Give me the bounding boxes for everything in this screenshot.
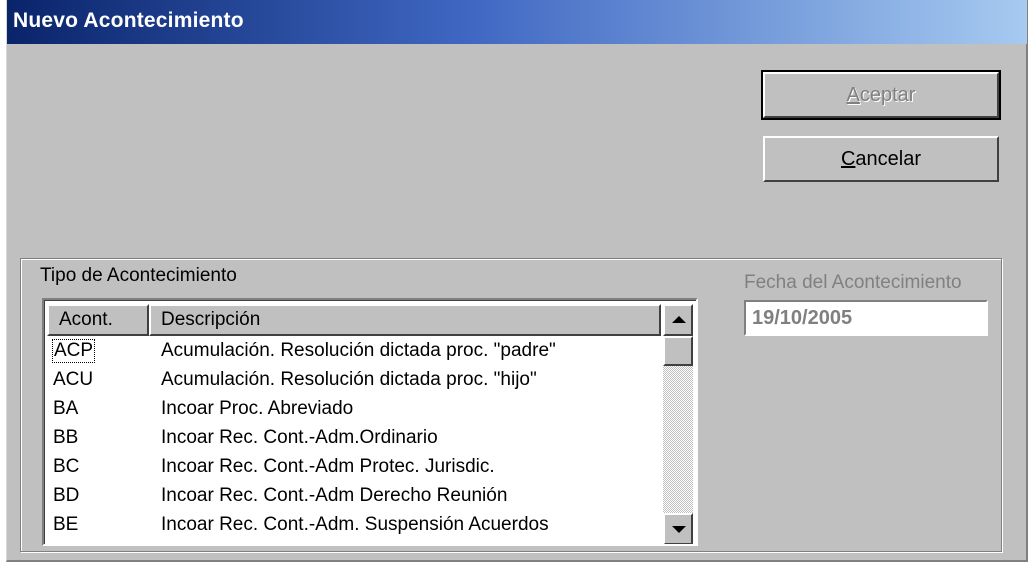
aceptar-label: ceptar [859,84,916,106]
list-item-code: ACU [53,369,94,390]
list-item-description: Incoar Rec. Cont.-Adm Derecho Reunión [161,485,508,506]
list-item[interactable]: ACU Acumulación. Resolución dictada proc.… [45,366,660,395]
list-item-code: ACP [51,339,96,363]
cancelar-label: ancelar [855,148,922,170]
cancelar-button[interactable]: Cancelar [763,136,999,182]
list-item-description: Acumulación. Resolución dictada proc. "p… [161,340,556,361]
column-header-acont[interactable]: Acont. [47,304,149,336]
list-item[interactable]: BE Incoar Rec. Cont.-Adm. Suspensión Acue… [45,511,660,540]
title-bar[interactable]: Nuevo Acontecimiento [7,0,1027,44]
list-item-description: Incoar Rec. Cont.-Adm. Mat. Elec. [161,543,449,544]
list-item-code: BD [53,485,80,506]
acontecimiento-listbox[interactable]: Acont. Descripción ACP Acumulación. Resol… [42,298,698,546]
window-title: Nuevo Acontecimiento [13,9,244,32]
list-item-description: Incoar Rec. Cont.-Adm.Ordinario [161,427,438,448]
list-item-code: BA [53,398,79,419]
arrow-down-icon [672,526,686,533]
list-item-code: BB [53,427,79,448]
list-item[interactable]: BC Incoar Rec. Cont.-Adm Protec. Jurisdic… [45,453,660,482]
scroll-up-button[interactable] [663,304,693,336]
list-item-description: Acumulación. Resolución dictada proc. "h… [161,369,537,390]
list-item-code: BF [53,543,77,544]
cancelar-mnemonic: C [840,148,856,170]
scroll-thumb[interactable] [663,336,693,366]
list-rows: ACP Acumulación. Resolución dictada proc.… [45,337,660,544]
aceptar-button[interactable]: Aceptar [761,70,1001,120]
listbox-frame: Acont. Descripción ACP Acumulación. Resol… [44,300,696,544]
list-item-description: Incoar Rec. Cont.-Adm. Suspensión Acuerd… [161,514,549,535]
list-item[interactable]: ACP Acumulación. Resolución dictada proc.… [45,337,660,366]
list-item[interactable]: BA Incoar Proc. Abreviado [45,395,660,424]
list-item[interactable]: BF Incoar Rec. Cont.-Adm. Mat. Elec. [45,540,660,544]
aceptar-mnemonic: A [846,84,860,106]
list-item-code: BC [53,456,80,477]
fecha-label: Fecha del Acontecimiento [744,272,962,293]
list-item[interactable]: BD Incoar Rec. Cont.-Adm Derecho Reunión [45,482,660,511]
list-item-description: Incoar Proc. Abreviado [161,398,354,419]
list-item-description: Incoar Rec. Cont.-Adm Protec. Jurisdic. [161,456,495,477]
group-label: Tipo de Acontecimiento [38,265,239,287]
list-item-code: BE [53,514,79,535]
column-header-descripcion[interactable]: Descripción [149,304,661,336]
scroll-down-button[interactable] [663,513,693,544]
fecha-field[interactable] [744,300,988,336]
vertical-scrollbar[interactable] [663,304,693,544]
arrow-up-icon [672,316,686,323]
list-item[interactable]: BB Incoar Rec. Cont.-Adm.Ordinario [45,424,660,453]
